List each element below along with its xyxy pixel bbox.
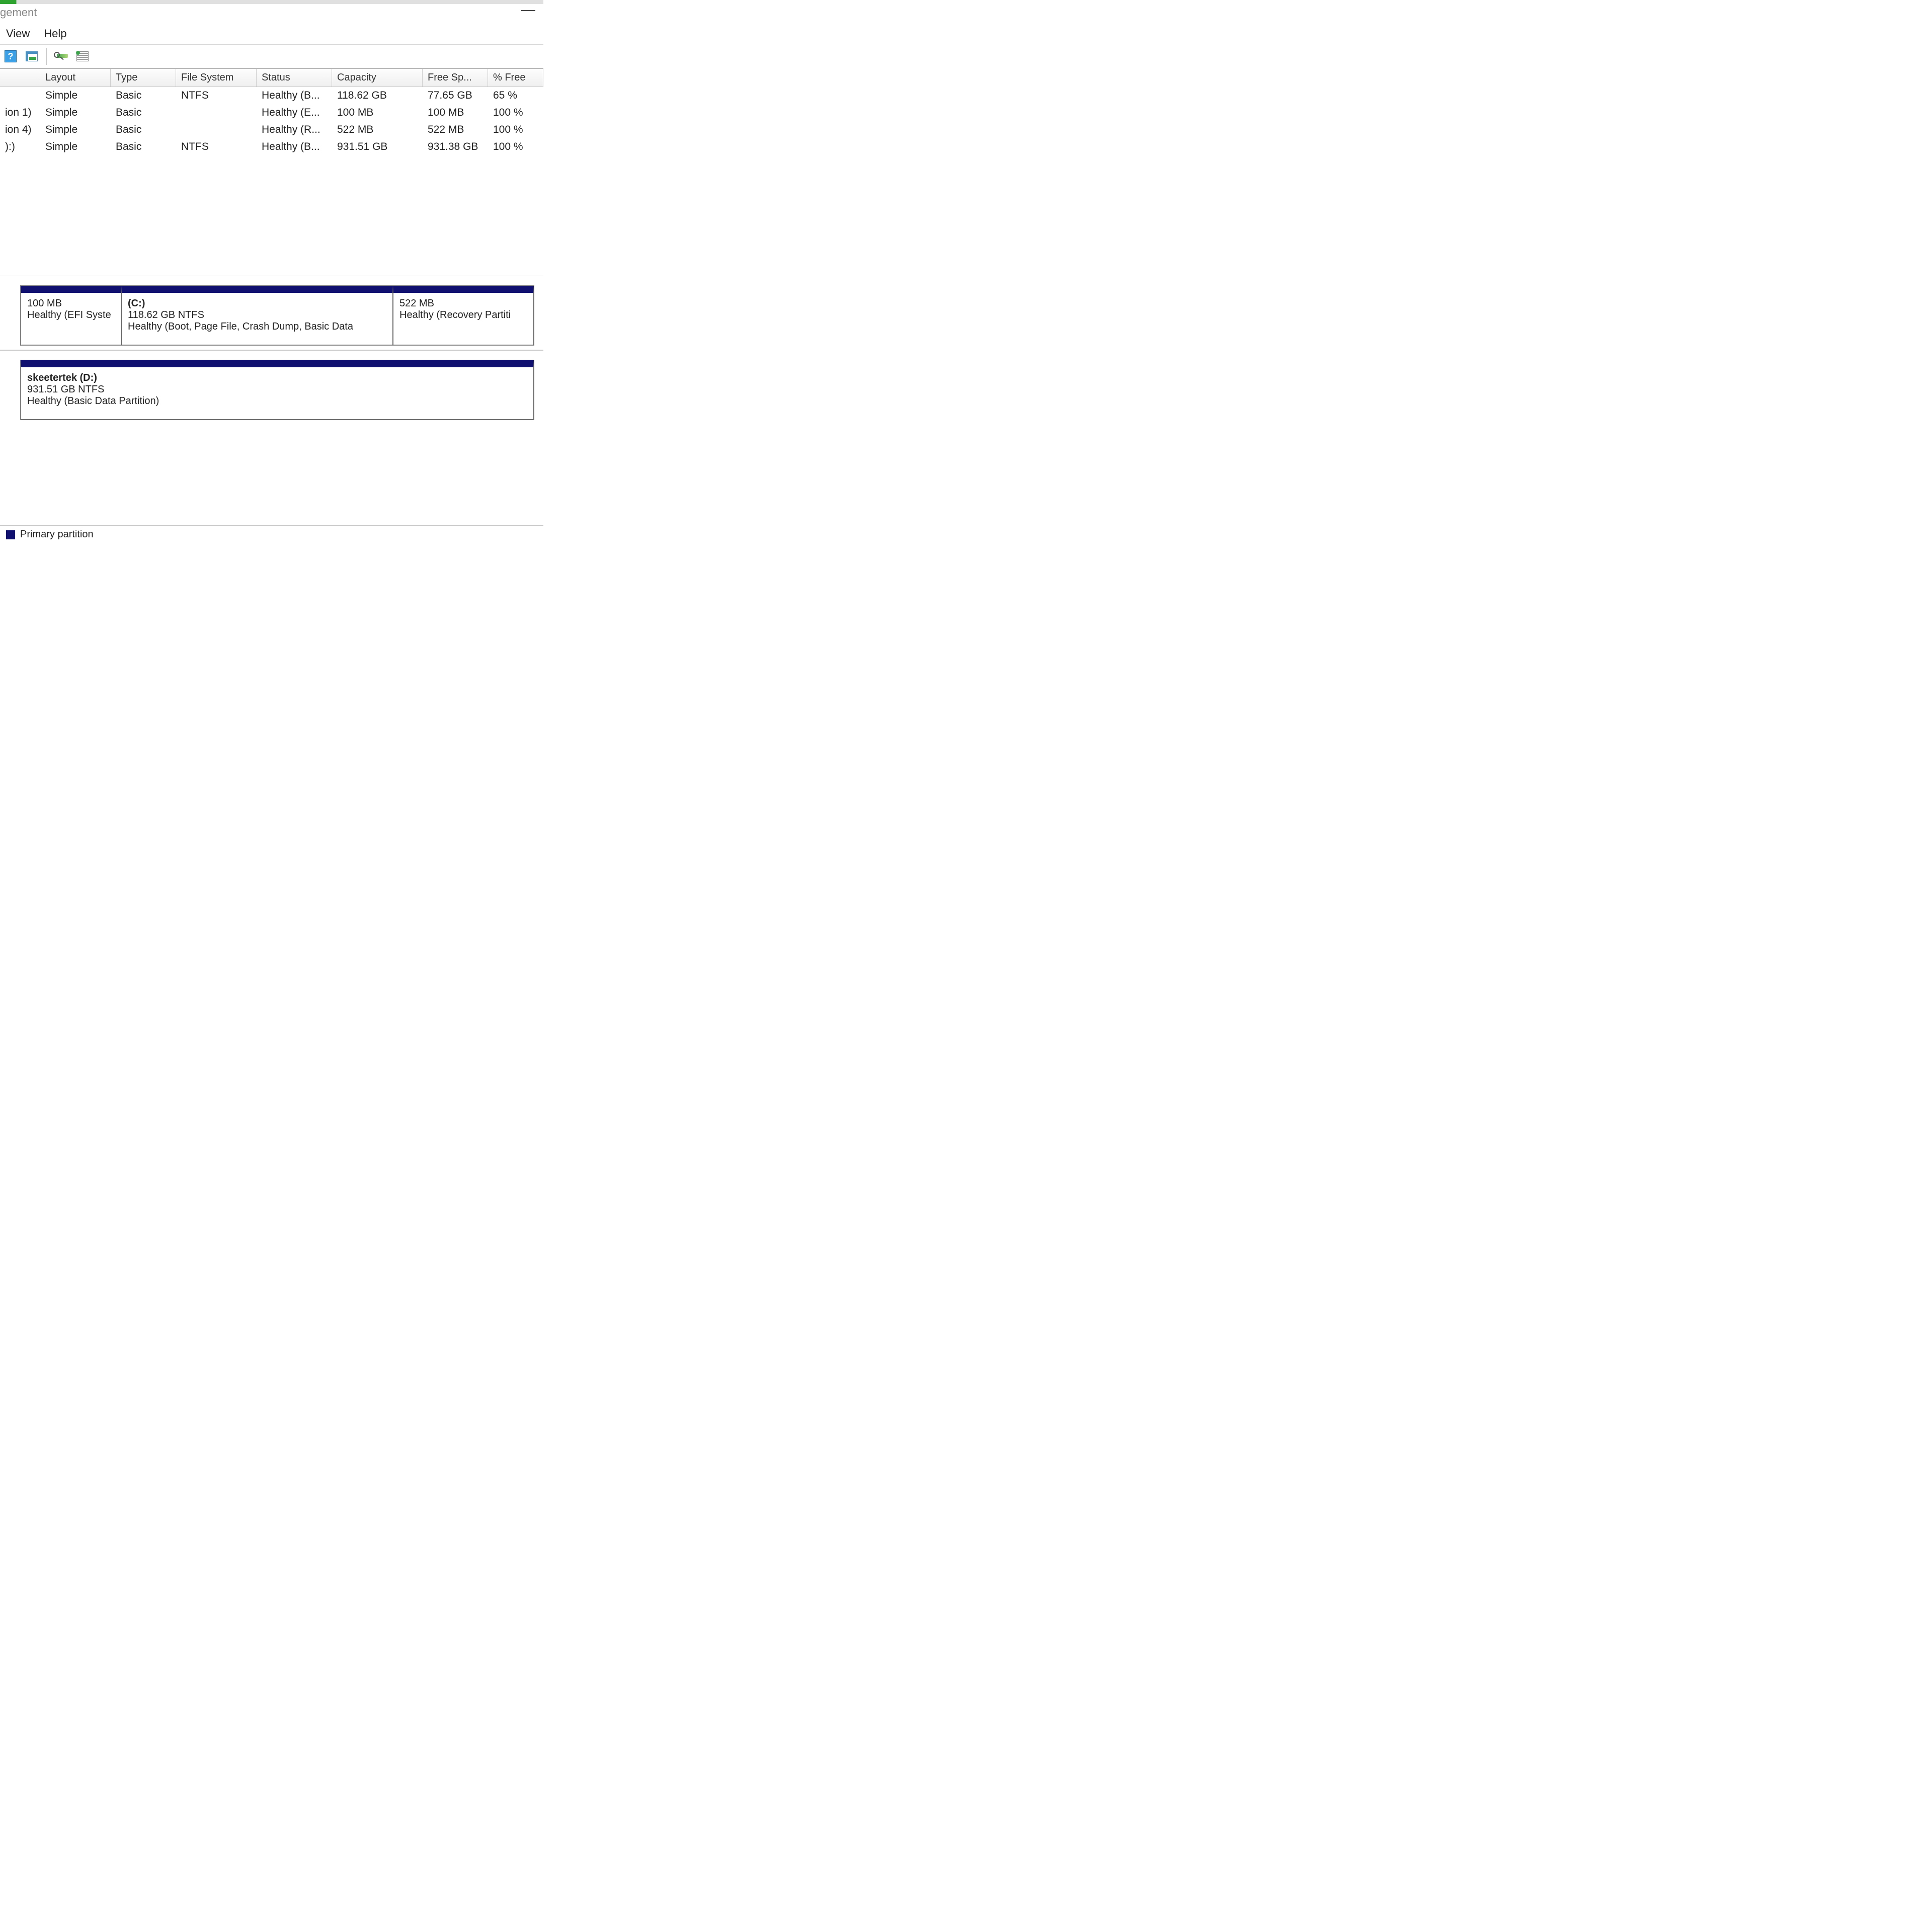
window-title: gement xyxy=(0,6,37,19)
cell-type: Basic xyxy=(111,88,176,103)
layout-button[interactable] xyxy=(23,49,40,64)
partition-status: Healthy (Boot, Page File, Crash Dump, Ba… xyxy=(128,321,386,333)
titlebar: gement — xyxy=(0,4,543,23)
disk0-part-efi[interactable]: 100 MB Healthy (EFI Syste xyxy=(21,286,121,345)
volume-row[interactable]: ):) Simple Basic NTFS Healthy (B... 931.… xyxy=(0,138,543,155)
volume-list-header[interactable]: Layout Type File System Status Capacity … xyxy=(0,69,543,87)
col-capacity[interactable]: Capacity xyxy=(332,69,423,87)
partition-status: Healthy (Basic Data Partition) xyxy=(27,395,527,407)
cell-pct: 100 % xyxy=(488,105,543,120)
col-pctfree[interactable]: % Free xyxy=(488,69,543,87)
cell-layout: Simple xyxy=(40,105,111,120)
help-icon: ? xyxy=(5,50,17,62)
rescan-button[interactable] xyxy=(53,49,70,64)
legend-primary-label: Primary partition xyxy=(20,529,94,540)
volume-list: Layout Type File System Status Capacity … xyxy=(0,68,543,155)
cell-status: Healthy (R... xyxy=(257,122,332,137)
cell-free: 100 MB xyxy=(423,105,488,120)
cell-status: Healthy (B... xyxy=(257,88,332,103)
col-status[interactable]: Status xyxy=(257,69,332,87)
layout-icon xyxy=(26,51,38,61)
col-volume[interactable] xyxy=(0,69,40,87)
cell-pct: 100 % xyxy=(488,139,543,154)
legend: Primary partition xyxy=(0,525,543,543)
rescan-icon xyxy=(54,51,69,62)
cell-volume: ):) xyxy=(0,139,40,154)
cell-capacity: 931.51 GB xyxy=(332,139,423,154)
cell-fs: NTFS xyxy=(176,139,257,154)
cell-layout: Simple xyxy=(40,88,111,103)
cell-volume: ion 1) xyxy=(0,105,40,120)
cell-type: Basic xyxy=(111,139,176,154)
partition-name: (C:) xyxy=(128,298,386,309)
cell-free: 522 MB xyxy=(423,122,488,137)
cell-free: 931.38 GB xyxy=(423,139,488,154)
primary-partition-swatch xyxy=(6,530,15,539)
minimize-button[interactable]: — xyxy=(521,6,539,12)
volume-row[interactable]: ion 1) Simple Basic Healthy (E... 100 MB… xyxy=(0,104,543,121)
cell-volume: ion 4) xyxy=(0,122,40,137)
help-button[interactable]: ? xyxy=(2,49,19,64)
volume-row[interactable]: ion 4) Simple Basic Healthy (R... 522 MB… xyxy=(0,121,543,138)
col-filesystem[interactable]: File System xyxy=(176,69,257,87)
cell-layout: Simple xyxy=(40,122,111,137)
col-layout[interactable]: Layout xyxy=(40,69,111,87)
partition-size: 118.62 GB NTFS xyxy=(128,309,386,321)
disk-management-window: gement — View Help ? Layout Type File Sy… xyxy=(0,0,543,543)
cell-fs: NTFS xyxy=(176,88,257,103)
disk0-part-recovery[interactable]: 522 MB Healthy (Recovery Partiti xyxy=(393,286,534,345)
properties-button[interactable] xyxy=(74,49,91,64)
partition-status: Healthy (Recovery Partiti xyxy=(399,309,527,321)
disk0-part-c[interactable]: (C:) 118.62 GB NTFS Healthy (Boot, Page … xyxy=(121,286,393,345)
col-type[interactable]: Type xyxy=(111,69,176,87)
menu-view[interactable]: View xyxy=(6,27,30,40)
cell-type: Basic xyxy=(111,122,176,137)
cell-pct: 65 % xyxy=(488,88,543,103)
properties-icon xyxy=(76,51,89,61)
cell-layout: Simple xyxy=(40,139,111,154)
disk1-part-d[interactable]: skeetertek (D:) 931.51 GB NTFS Healthy (… xyxy=(21,360,534,420)
cell-volume xyxy=(0,88,40,103)
cell-capacity: 100 MB xyxy=(332,105,423,120)
cell-fs xyxy=(176,105,257,120)
cell-capacity: 118.62 GB xyxy=(332,88,423,103)
volume-list-empty-area xyxy=(0,155,543,276)
loading-strip xyxy=(0,0,543,4)
cell-pct: 100 % xyxy=(488,122,543,137)
menubar: View Help xyxy=(0,23,543,44)
disk-0-pane: 100 MB Healthy (EFI Syste (C:) 118.62 GB… xyxy=(0,276,543,350)
partition-status: Healthy (EFI Syste xyxy=(27,309,115,321)
cell-capacity: 522 MB xyxy=(332,122,423,137)
partition-size: 100 MB xyxy=(27,298,115,309)
disk-1-pane: skeetertek (D:) 931.51 GB NTFS Healthy (… xyxy=(0,351,543,424)
cell-fs xyxy=(176,122,257,137)
toolbar-separator xyxy=(46,48,47,65)
toolbar: ? xyxy=(0,45,543,68)
cell-free: 77.65 GB xyxy=(423,88,488,103)
partition-size: 522 MB xyxy=(399,298,527,309)
cell-status: Healthy (B... xyxy=(257,139,332,154)
cell-type: Basic xyxy=(111,105,176,120)
col-free[interactable]: Free Sp... xyxy=(423,69,488,87)
partition-size: 931.51 GB NTFS xyxy=(27,384,527,395)
partition-name: skeetertek (D:) xyxy=(27,372,527,384)
menu-help[interactable]: Help xyxy=(44,27,66,40)
volume-row[interactable]: Simple Basic NTFS Healthy (B... 118.62 G… xyxy=(0,87,543,104)
cell-status: Healthy (E... xyxy=(257,105,332,120)
